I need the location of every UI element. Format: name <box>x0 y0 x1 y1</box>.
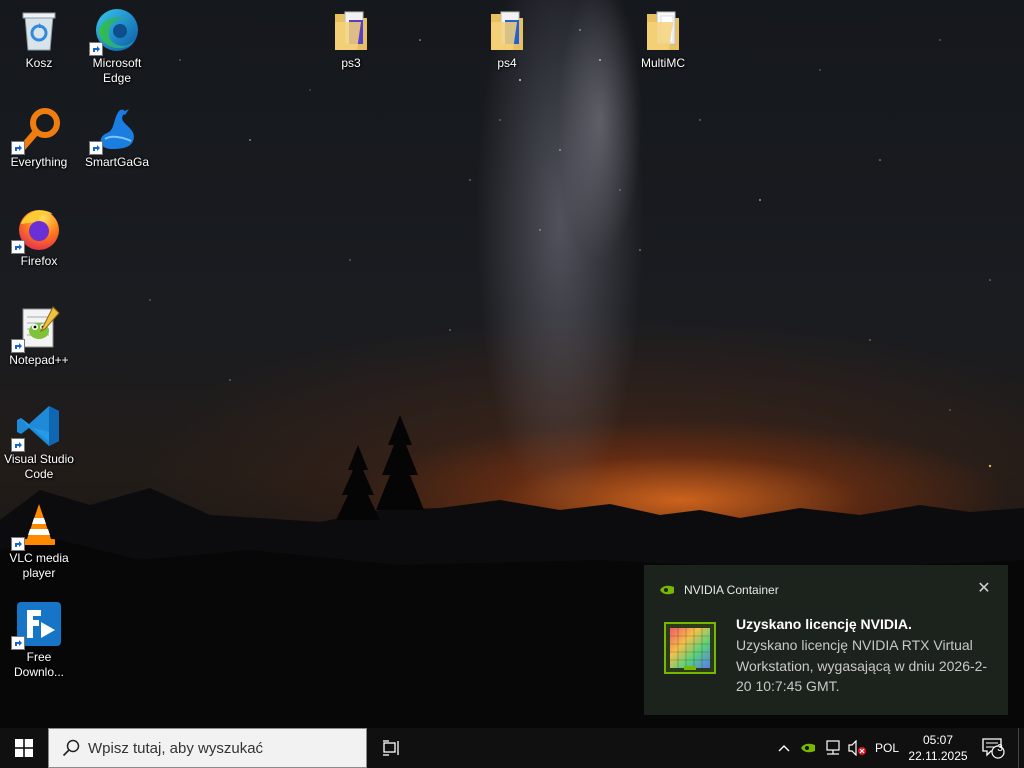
clock-time: 05:07 <box>922 733 953 747</box>
folder-icon <box>639 6 687 54</box>
desktop-icon-label: VLC media player <box>9 551 69 580</box>
shortcut-arrow-icon <box>89 42 103 56</box>
desktop-icon-label: Free Downlo... <box>13 650 65 679</box>
taskbar-search-box[interactable]: Wpisz tutaj, aby wyszukać <box>48 728 367 768</box>
recycle-bin-icon <box>15 6 63 54</box>
desktop-icon-recycle-bin[interactable]: Kosz <box>2 6 76 71</box>
nvidia-icon <box>801 743 815 753</box>
desktop-icon-everything[interactable]: Everything <box>2 105 76 170</box>
desktop-icon-vscode[interactable]: Visual Studio Code <box>2 402 76 482</box>
desktop-icon-free-download-manager[interactable]: Free Downlo... <box>2 600 76 680</box>
clock-button[interactable]: 05:07 22.11.2025 <box>906 728 970 768</box>
edge-icon <box>89 6 141 56</box>
notification-count-badge: 3 <box>997 743 1003 754</box>
show-desktop-button[interactable] <box>1018 728 1024 768</box>
speaker-muted-icon <box>848 740 866 756</box>
clock-date: 22.11.2025 <box>908 749 968 763</box>
vscode-icon <box>11 402 63 452</box>
close-icon[interactable]: ✕ <box>976 581 992 597</box>
desktop-icon-firefox[interactable]: Firefox <box>2 204 76 269</box>
desktop-icon-multimc-folder[interactable]: MultiMC <box>626 6 700 71</box>
start-button[interactable] <box>0 728 48 768</box>
firefox-icon <box>11 204 63 254</box>
task-view-button[interactable] <box>372 728 412 768</box>
desktop-icon-smartgaga[interactable]: SmartGaGa <box>80 105 154 170</box>
task-view-icon <box>383 740 399 756</box>
notification-body: Uzyskano licencję NVIDIA RTX Virtual Wor… <box>736 637 988 694</box>
vlc-icon <box>11 501 63 551</box>
desktop-icon-notepadpp[interactable]: Notepad++ <box>2 303 76 368</box>
notification-app-row: NVIDIA Container <box>660 583 779 597</box>
folder-icon <box>483 6 531 54</box>
shortcut-arrow-icon <box>11 636 25 650</box>
notification-title: Uzyskano licencję NVIDIA. <box>736 616 912 632</box>
desktop-icon-label: Kosz <box>25 56 53 70</box>
search-placeholder: Wpisz tutaj, aby wyszukać <box>88 739 264 757</box>
desktop-icon-label: Visual Studio Code <box>4 452 74 481</box>
gpu-license-icon <box>664 622 716 674</box>
desktop-icon-label: Firefox <box>20 254 58 268</box>
desktop-icon-label: ps4 <box>497 56 517 70</box>
desktop-icon-label: Everything <box>10 155 68 169</box>
notepadpp-icon <box>11 303 63 353</box>
network-tray-icon[interactable] <box>822 728 844 768</box>
search-icon <box>62 739 80 757</box>
desktop-icon-ps4-folder[interactable]: ps4 <box>470 6 544 71</box>
notification-app-name: NVIDIA Container <box>684 583 779 597</box>
taskbar: Wpisz tutaj, aby wyszukać POL 05:07 22.1… <box>0 728 1024 768</box>
desktop-icon-label: MultiMC <box>641 56 685 70</box>
shortcut-arrow-icon <box>11 240 25 254</box>
input-language-label: POL <box>874 741 899 755</box>
notification-toast[interactable]: NVIDIA Container ✕ Uzyskano licencję NVI… <box>644 565 1008 715</box>
shortcut-arrow-icon <box>11 339 25 353</box>
show-hidden-icons-button[interactable] <box>776 728 792 768</box>
network-ethernet-icon <box>826 740 840 755</box>
desktop-icon-label: SmartGaGa <box>84 155 150 169</box>
desktop-icon-vlc[interactable]: VLC media player <box>2 501 76 581</box>
action-center-button[interactable]: 3 <box>976 728 1010 768</box>
desktop-icon-label: Microsoft Edge <box>92 56 142 85</box>
desktop-icon-edge[interactable]: Microsoft Edge <box>80 6 154 86</box>
desktop-icon-label: Notepad++ <box>9 353 69 367</box>
shortcut-arrow-icon <box>11 141 25 155</box>
smartgaga-icon <box>89 105 141 155</box>
desktop-icon-label: ps3 <box>341 56 361 70</box>
input-language-button[interactable]: POL <box>872 728 902 768</box>
volume-tray-icon[interactable] <box>846 728 868 768</box>
everything-search-icon <box>11 105 63 155</box>
shortcut-arrow-icon <box>89 141 103 155</box>
nvidia-tray-icon[interactable] <box>798 728 818 768</box>
windows-logo-icon <box>15 739 33 757</box>
shortcut-arrow-icon <box>11 438 25 452</box>
desktop-icon-ps3-folder[interactable]: ps3 <box>314 6 388 71</box>
chevron-up-icon <box>778 745 790 752</box>
nvidia-icon <box>660 585 674 595</box>
shortcut-arrow-icon <box>11 537 25 551</box>
folder-icon <box>327 6 375 54</box>
free-download-manager-icon <box>11 600 63 650</box>
